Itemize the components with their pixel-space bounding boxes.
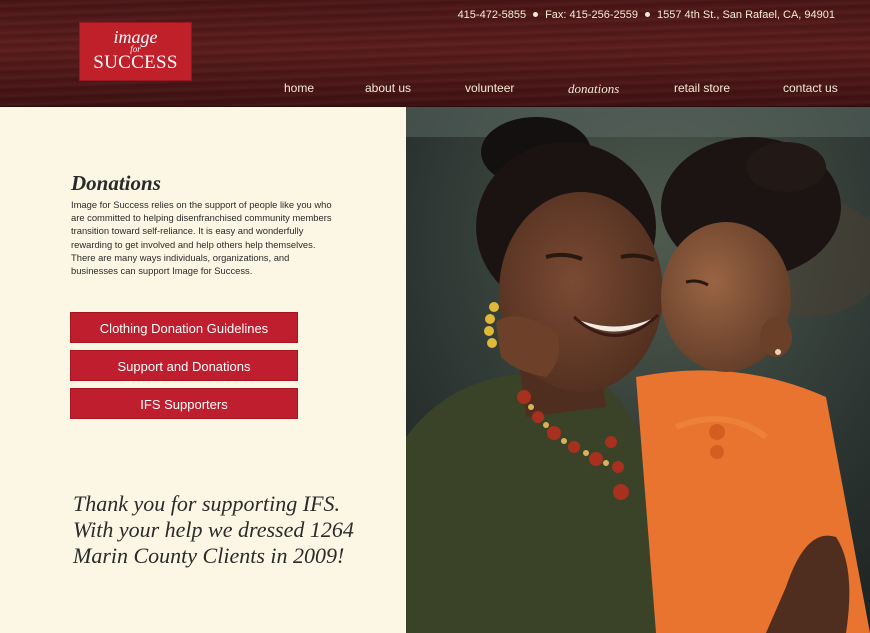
nav-volunteer[interactable]: volunteer	[465, 81, 514, 95]
thank-you-message: Thank you for supporting IFS. With your …	[73, 491, 393, 569]
site-header: image for SUCCESS 415-472-5855 Fax: 415-2…	[0, 0, 870, 107]
clothing-donation-guidelines-button[interactable]: Clothing Donation Guidelines	[70, 312, 298, 343]
nav-home[interactable]: home	[284, 81, 314, 95]
thank-you-line-3: Marin County Clients in 2009!	[73, 543, 345, 568]
fax-number: Fax: 415-256-2559	[545, 9, 639, 21]
logo-line-3: SUCCESS	[93, 52, 178, 73]
nav-retail-store[interactable]: retail store	[674, 81, 730, 95]
phone-number: 415-472-5855	[457, 9, 527, 21]
nav-about-us[interactable]: about us	[365, 81, 411, 95]
hero-photo-illustration	[406, 107, 870, 633]
main-nav: home about us volunteer donations retail…	[0, 81, 870, 97]
page-title: Donations	[71, 171, 161, 195]
logo-line-1: image	[113, 27, 158, 47]
street-address: 1557 4th St., San Rafael, CA, 94901	[657, 9, 835, 21]
thank-you-line-2: With your help we dressed 1264	[73, 517, 354, 542]
nav-contact-us[interactable]: contact us	[783, 81, 838, 95]
thank-you-line-1: Thank you for supporting IFS.	[73, 491, 341, 516]
site-logo[interactable]: image for SUCCESS	[79, 22, 192, 81]
intro-paragraph: Image for Success relies on the support …	[71, 199, 332, 277]
support-and-donations-button[interactable]: Support and Donations	[70, 350, 298, 381]
contact-info: 415-472-5855 Fax: 415-256-2559 1557 4th St…	[458, 9, 835, 21]
content-panel: Donations Image for Success relies on th…	[0, 107, 406, 633]
separator-dot	[645, 11, 651, 17]
nav-donations[interactable]: donations	[568, 81, 619, 97]
ifs-supporters-button[interactable]: IFS Supporters	[70, 388, 298, 419]
separator-dot	[533, 11, 539, 17]
hero-photo	[406, 107, 870, 633]
